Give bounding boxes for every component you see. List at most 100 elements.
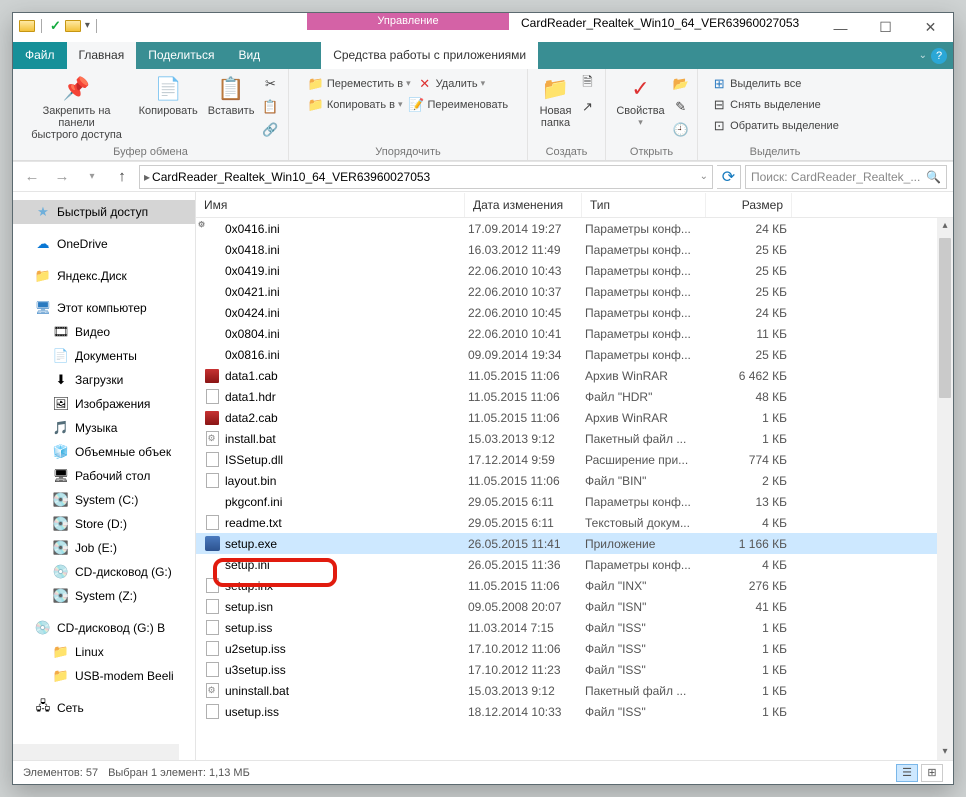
column-headers[interactable]: Имя Дата изменения Тип Размер xyxy=(196,192,953,218)
cut-button[interactable]: ✂ xyxy=(262,73,278,94)
selectall-button[interactable]: ⊞Выделить все xyxy=(711,73,839,94)
nav-documents[interactable]: 📄Документы xyxy=(13,344,195,368)
thumbnails-view-button[interactable]: ⊞ xyxy=(921,764,943,782)
properties-check-icon[interactable]: ✓ xyxy=(50,18,61,34)
rename-button[interactable]: 📝Переименовать xyxy=(409,94,509,115)
file-row[interactable]: 0x0419.ini22.06.2010 10:43Параметры конф… xyxy=(196,260,953,281)
file-row[interactable]: 0x0416.ini17.09.2014 19:27Параметры конф… xyxy=(196,218,953,239)
paste-button[interactable]: 📋 Вставить xyxy=(206,73,257,119)
col-type[interactable]: Тип xyxy=(582,193,706,217)
pasteshortcut-button[interactable]: 🔗 xyxy=(262,119,278,140)
file-row[interactable]: install.bat15.03.2013 9:12Пакетный файл … xyxy=(196,428,953,449)
nav-hscrollbar[interactable] xyxy=(13,744,179,760)
breadcrumb-segment[interactable]: CardReader_Realtek_Win10_64_VER639600270… xyxy=(152,170,430,184)
file-row[interactable]: 0x0804.ini22.06.2010 10:41Параметры конф… xyxy=(196,323,953,344)
file-row[interactable]: setup.ini26.05.2015 11:36Параметры конф.… xyxy=(196,554,953,575)
details-view-button[interactable]: ☰ xyxy=(896,764,918,782)
close-button[interactable]: ✕ xyxy=(908,13,953,42)
maximize-button[interactable]: ☐ xyxy=(863,13,908,42)
scroll-thumb[interactable] xyxy=(939,238,951,398)
tab-home[interactable]: Главная xyxy=(67,42,137,69)
breadcrumb-root-icon[interactable]: ▸ xyxy=(144,170,150,184)
nav-drive-z[interactable]: 💽System (Z:) xyxy=(13,584,195,608)
nav-pictures[interactable]: 🖼Изображения xyxy=(13,392,195,416)
tab-view[interactable]: Вид xyxy=(226,42,272,69)
nav-history-dropdown[interactable]: ▾ xyxy=(79,165,105,189)
nav-cd-g[interactable]: 💿CD-дисковод (G:) xyxy=(13,560,195,584)
file-row[interactable]: data1.cab11.05.2015 11:06Архив WinRAR6 4… xyxy=(196,365,953,386)
tab-file[interactable]: Файл xyxy=(13,42,67,69)
file-row[interactable]: data1.hdr11.05.2015 11:06Файл "HDR"48 КБ xyxy=(196,386,953,407)
file-row[interactable]: readme.txt29.05.2015 6:11Текстовый докум… xyxy=(196,512,953,533)
moveto-button[interactable]: 📁Переместить в ▾ xyxy=(308,73,411,94)
ribbon-expand-icon[interactable]: ⌄ xyxy=(919,50,927,61)
file-row[interactable]: 0x0421.ini22.06.2010 10:37Параметры конф… xyxy=(196,281,953,302)
nav-quick-access[interactable]: ★Быстрый доступ xyxy=(13,200,195,224)
col-size[interactable]: Размер xyxy=(706,193,792,217)
nav-back-button[interactable]: ← xyxy=(19,165,45,189)
file-row[interactable]: usetup.iss18.12.2014 10:33Файл "ISS"1 КБ xyxy=(196,701,953,722)
breadcrumb-bar[interactable]: ▸ CardReader_Realtek_Win10_64_VER6396002… xyxy=(139,165,713,189)
file-row[interactable]: setup.inx11.05.2015 11:06Файл "INX"276 К… xyxy=(196,575,953,596)
file-row[interactable]: u2setup.iss17.10.2012 11:06Файл "ISS"1 К… xyxy=(196,638,953,659)
file-row[interactable]: setup.exe26.05.2015 11:41Приложение1 166… xyxy=(196,533,953,554)
file-row[interactable]: 0x0424.ini22.06.2010 10:45Параметры конф… xyxy=(196,302,953,323)
file-row[interactable]: setup.isn09.05.2008 20:07Файл "ISN"41 КБ xyxy=(196,596,953,617)
file-row[interactable]: ISSetup.dll17.12.2014 9:59Расширение при… xyxy=(196,449,953,470)
tab-apptools[interactable]: Средства работы с приложениями xyxy=(321,42,538,69)
file-row[interactable]: layout.bin11.05.2015 11:06Файл "BIN"2 КБ xyxy=(196,470,953,491)
delete-button[interactable]: ✕Удалить ▾ xyxy=(417,73,486,94)
nav-videos[interactable]: 🎞Видео xyxy=(13,320,195,344)
qat-dropdown-icon[interactable]: ▾ xyxy=(85,20,90,31)
nav-up-button[interactable]: ↑ xyxy=(109,165,135,189)
breadcrumb-dropdown-icon[interactable]: ⌄ xyxy=(700,171,708,182)
tab-share[interactable]: Поделиться xyxy=(136,42,226,69)
nav-drive-e[interactable]: 💽Job (E:) xyxy=(13,536,195,560)
new-folder-icon[interactable] xyxy=(65,20,81,32)
pin-to-quick-access-button[interactable]: 📌 Закрепить на панели быстрого доступа xyxy=(23,73,131,143)
copyto-button[interactable]: 📁Копировать в ▾ xyxy=(308,94,403,115)
vscrollbar[interactable]: ▴ ▾ xyxy=(937,218,953,760)
invertselection-button[interactable]: ⊡Обратить выделение xyxy=(711,115,839,136)
file-row[interactable]: uninstall.bat15.03.2013 9:12Пакетный фай… xyxy=(196,680,953,701)
nav-usbmodem[interactable]: 📁USB-modem Beeli xyxy=(13,664,195,688)
help-icon[interactable]: ? xyxy=(931,48,947,64)
file-row[interactable]: 0x0418.ini16.03.2012 11:49Параметры конф… xyxy=(196,239,953,260)
nav-music[interactable]: 🎵Музыка xyxy=(13,416,195,440)
edit-button[interactable]: ✎ xyxy=(673,96,689,117)
file-row[interactable]: u3setup.iss17.10.2012 11:23Файл "ISS"1 К… xyxy=(196,659,953,680)
nav-forward-button[interactable]: → xyxy=(49,165,75,189)
file-list[interactable]: 0x0416.ini17.09.2014 19:27Параметры конф… xyxy=(196,218,953,760)
nav-downloads[interactable]: ⬇Загрузки xyxy=(13,368,195,392)
refresh-button[interactable]: ⟳ xyxy=(717,165,741,189)
nav-onedrive[interactable]: ☁OneDrive xyxy=(13,232,195,256)
history-button[interactable]: 🕘 xyxy=(673,119,689,140)
file-row[interactable]: setup.iss11.03.2014 7:15Файл "ISS"1 КБ xyxy=(196,617,953,638)
newfolder-button[interactable]: 📁 Новая папка xyxy=(538,73,574,131)
copy-button[interactable]: 📄 Копировать xyxy=(137,73,200,119)
col-name[interactable]: Имя xyxy=(196,193,465,217)
newitem-button[interactable]: 🗎 xyxy=(579,73,595,94)
properties-button[interactable]: ✓ Свойства ▾ xyxy=(614,73,666,130)
nav-desktop[interactable]: 🖥Рабочий стол xyxy=(13,464,195,488)
open-button[interactable]: 📂 xyxy=(673,73,689,94)
selectnone-button[interactable]: ⊟Снять выделение xyxy=(711,94,839,115)
file-row[interactable]: data2.cab11.05.2015 11:06Архив WinRAR1 К… xyxy=(196,407,953,428)
file-row[interactable]: pkgconf.ini29.05.2015 6:11Параметры конф… xyxy=(196,491,953,512)
scroll-down-icon[interactable]: ▾ xyxy=(937,744,953,760)
nav-cd-g-root[interactable]: 💿CD-дисковод (G:) В xyxy=(13,616,195,640)
minimize-button[interactable]: — xyxy=(818,13,863,42)
nav-drive-d[interactable]: 💽Store (D:) xyxy=(13,512,195,536)
nav-yandex-disk[interactable]: 📁Яндекс.Диск xyxy=(13,264,195,288)
scroll-up-icon[interactable]: ▴ xyxy=(937,218,953,234)
nav-3dobjects[interactable]: 🧊Объемные объек xyxy=(13,440,195,464)
navigation-pane[interactable]: ★Быстрый доступ ☁OneDrive 📁Яндекс.Диск 🖥… xyxy=(13,192,196,760)
nav-this-pc[interactable]: 🖥Этот компьютер xyxy=(13,296,195,320)
nav-drive-c[interactable]: 💽System (C:) xyxy=(13,488,195,512)
easyaccess-button[interactable]: ↗ xyxy=(579,96,595,117)
nav-network[interactable]: 🖧Сеть xyxy=(13,696,195,720)
copypath-button[interactable]: 📋 xyxy=(262,96,278,117)
col-date[interactable]: Дата изменения xyxy=(465,193,582,217)
file-row[interactable]: 0x0816.ini09.09.2014 19:34Параметры конф… xyxy=(196,344,953,365)
search-input[interactable]: Поиск: CardReader_Realtek_... 🔍 xyxy=(745,165,947,189)
